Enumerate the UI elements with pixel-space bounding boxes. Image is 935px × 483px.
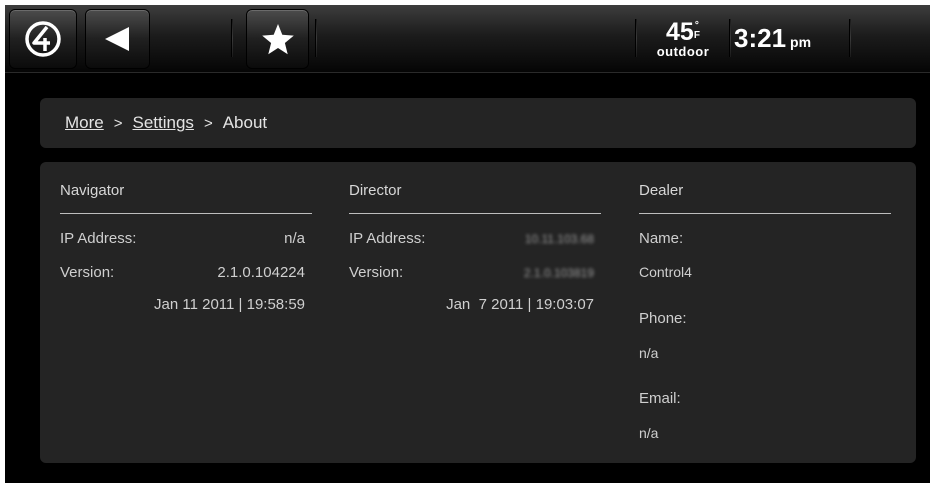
top-navigation-bar: 45° F outdoor 3:21 pm xyxy=(5,5,930,73)
ip-address-label: IP Address: xyxy=(349,230,426,247)
dealer-section: Dealer Name: Control4 Phone: n/a Email: … xyxy=(639,162,891,462)
navigator-ip-row: IP Address: n/a xyxy=(60,230,305,250)
unit-letter: F xyxy=(693,30,700,41)
temperature-unit: ° F xyxy=(694,21,700,41)
temperature-value: 45 xyxy=(666,18,694,46)
clock-time: 3:21 xyxy=(734,23,787,53)
navigator-section: Navigator IP Address: n/a Version: 2.1.0… xyxy=(60,162,312,462)
director-build-date: Jan 7 2011 | 19:03:07 xyxy=(446,296,594,313)
star-icon xyxy=(261,24,294,55)
version-value: 2.1.0.104224 xyxy=(217,264,305,281)
dealer-name-label: Name: xyxy=(639,230,684,247)
dealer-name-value: Control4 xyxy=(639,264,692,280)
temperature-label: outdoor xyxy=(656,44,710,59)
toolbar-divider xyxy=(231,19,233,57)
control4-logo-icon xyxy=(25,21,61,57)
director-ip-row: IP Address: 10.11.103.68 xyxy=(349,230,594,250)
navigator-build-date: Jan 11 2011 | 19:58:59 xyxy=(154,296,305,313)
toolbar-divider xyxy=(635,19,637,57)
version-label: Version: xyxy=(349,264,404,281)
ip-address-value: n/a xyxy=(284,230,305,247)
dealer-title: Dealer xyxy=(639,182,891,214)
touch-screen: 45° F outdoor 3:21 pm More > Settings > Ab… xyxy=(5,5,930,483)
ip-address-value: 10.11.103.68 xyxy=(524,232,594,246)
breadcrumb: More > Settings > About xyxy=(40,98,916,148)
breadcrumb-separator: > xyxy=(203,114,213,132)
navigator-version-row: Version: 2.1.0.104224 xyxy=(60,264,305,284)
dealer-phone-value: n/a xyxy=(639,345,659,361)
back-button[interactable] xyxy=(85,9,150,69)
toolbar-divider xyxy=(849,19,851,57)
director-title: Director xyxy=(349,182,601,214)
navigator-title: Navigator xyxy=(60,182,312,214)
breadcrumb-settings[interactable]: Settings xyxy=(133,113,194,133)
version-value: 2.1.0.103819 xyxy=(523,266,594,280)
back-arrow-icon xyxy=(104,27,129,51)
dealer-phone-label: Phone: xyxy=(639,310,687,327)
dealer-email-label: Email: xyxy=(639,390,681,407)
about-panel: Navigator IP Address: n/a Version: 2.1.0… xyxy=(40,162,916,463)
dealer-email-value: n/a xyxy=(639,425,659,441)
breadcrumb-more[interactable]: More xyxy=(65,113,104,133)
toolbar-divider xyxy=(315,19,317,57)
version-label: Version: xyxy=(60,264,115,281)
toolbar-divider xyxy=(729,19,731,57)
home-button[interactable] xyxy=(9,9,77,69)
ip-address-label: IP Address: xyxy=(60,230,137,247)
clock-ampm: pm xyxy=(790,34,812,50)
breadcrumb-separator: > xyxy=(113,114,123,132)
director-section: Director IP Address: 10.11.103.68 Versio… xyxy=(349,162,601,462)
favorites-button[interactable] xyxy=(246,9,309,69)
breadcrumb-about: About xyxy=(222,113,268,132)
clock: 3:21 pm xyxy=(734,23,844,63)
director-version-row: Version: 2.1.0.103819 xyxy=(349,264,594,284)
weather-widget[interactable]: 45° F outdoor xyxy=(639,19,727,69)
